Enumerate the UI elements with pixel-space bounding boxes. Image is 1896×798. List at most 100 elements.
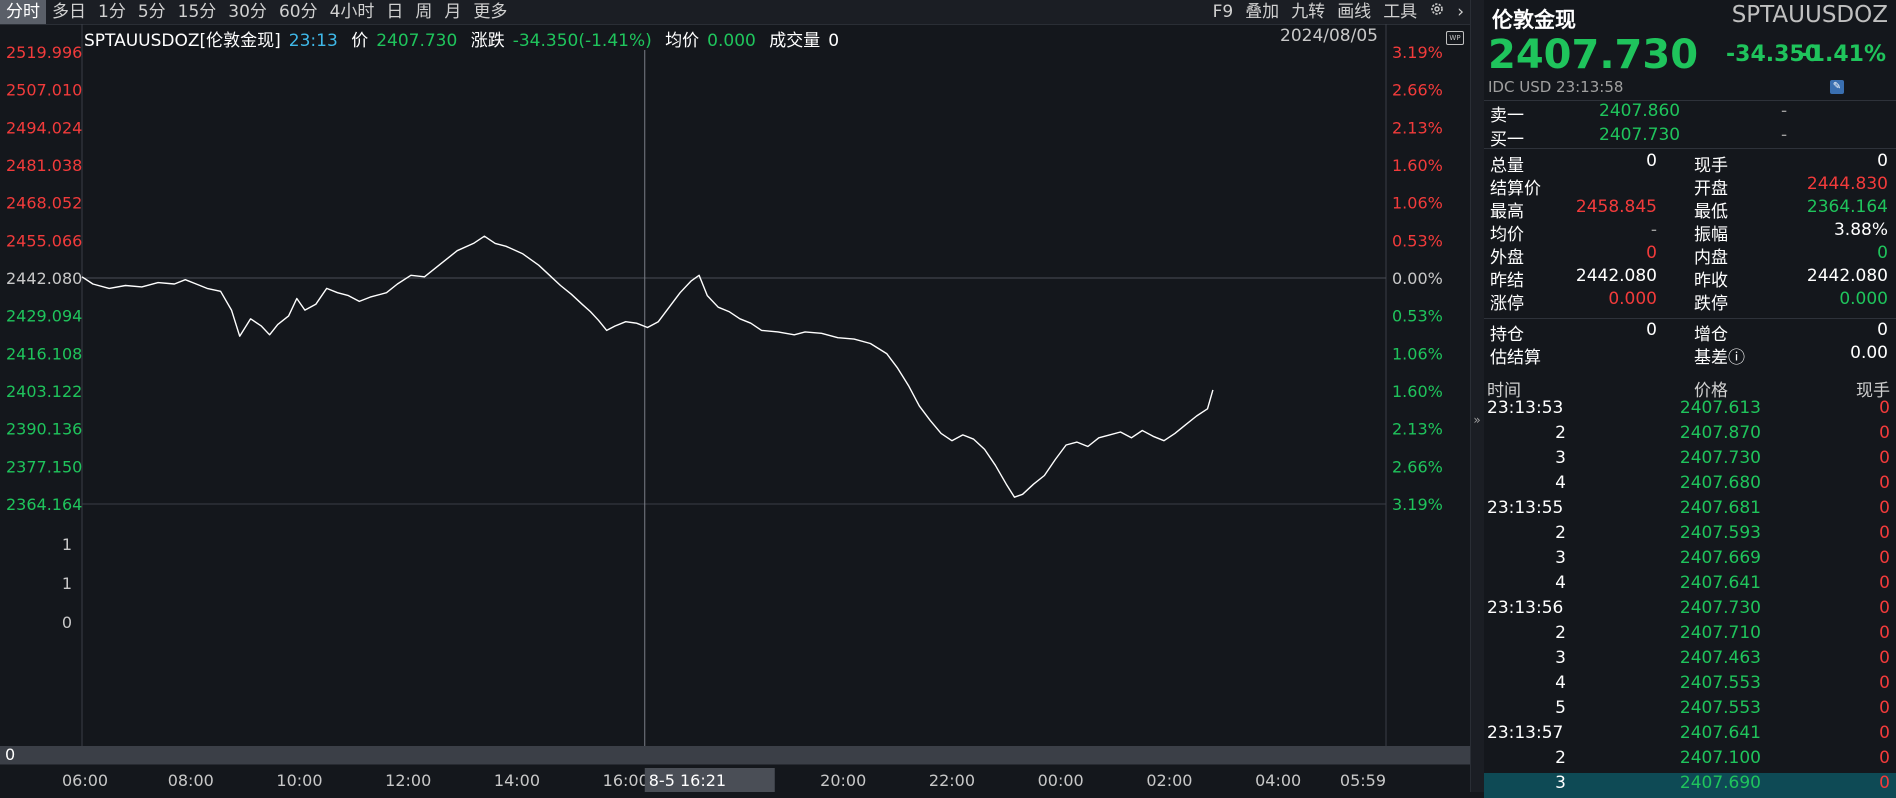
tick-row[interactable]: 4 2407.641 0 <box>1484 573 1896 598</box>
tick-volume: 0 <box>1879 698 1890 718</box>
stat-label: 跌停 <box>1694 294 1728 314</box>
tick-row[interactable]: 3 2407.669 0 <box>1484 548 1896 573</box>
time-axis-label: 22:00 <box>929 771 975 790</box>
time-axis-label: 08:00 <box>168 771 214 790</box>
period-tab[interactable]: 更多 <box>467 0 513 24</box>
bid-row: 买一 2407.730 - <box>1484 125 1896 150</box>
stat-label: 结算价 <box>1490 179 1541 199</box>
tick-time: 23:13:57 <box>1487 723 1564 743</box>
bid-volume: - <box>1781 125 1788 145</box>
price-axis-label: 2455.066 <box>6 231 82 250</box>
stat-value: 2442.080 <box>1806 266 1888 286</box>
period-tab[interactable]: 月 <box>438 0 467 24</box>
period-tab[interactable]: 30分 <box>222 0 273 24</box>
stat-row: 最高 2458.845 最低 2364.164 <box>1484 197 1896 222</box>
edit-icon[interactable]: ✎ <box>1830 80 1844 94</box>
tick-row[interactable]: 23:13:55 2407.681 0 <box>1484 498 1896 523</box>
stat-label: 持仓 <box>1490 325 1524 345</box>
stat-value: 0.000 <box>1839 289 1888 309</box>
instrument-name: 伦敦金现 <box>1492 8 1576 32</box>
price-axis-label: 2364.164 <box>6 495 82 514</box>
tick-row[interactable]: 2 2407.870 0 <box>1484 423 1896 448</box>
tick-row[interactable]: 2 2407.100 0 <box>1484 748 1896 773</box>
price-axis-label: 2416.108 <box>6 344 82 363</box>
tick-volume: 0 <box>1879 598 1890 618</box>
tick-price: 2407.669 <box>1679 548 1761 568</box>
gear-icon[interactable] <box>1423 0 1451 24</box>
tick-price: 2407.641 <box>1679 723 1761 743</box>
tick-volume: 0 <box>1879 623 1890 643</box>
stat-value: 2444.830 <box>1806 174 1888 194</box>
tick-row[interactable]: 3 2407.690 0 <box>1484 773 1896 798</box>
tick-time: 3 <box>1555 448 1566 468</box>
stat-label: 最低 <box>1694 202 1728 222</box>
period-tab[interactable]: 分时 <box>0 0 46 24</box>
last-price: 2407.730 <box>1488 32 1699 78</box>
period-tab[interactable]: 15分 <box>172 0 223 24</box>
pct-axis-label: 2.13% <box>1392 420 1443 439</box>
period-tab[interactable]: 多日 <box>46 0 92 24</box>
tick-row[interactable]: 3 2407.463 0 <box>1484 648 1896 673</box>
stat-value: 0.000 <box>1608 289 1657 309</box>
tick-row[interactable]: 23:13:53 2407.613 0 <box>1484 398 1896 423</box>
tools-button[interactable]: 工具 <box>1377 0 1423 24</box>
tick-row[interactable]: 4 2407.680 0 <box>1484 473 1896 498</box>
crosshair-time-label: 8-5 16:21 <box>649 771 726 790</box>
time-axis-label: 10:00 <box>276 771 322 790</box>
price-axis-label: 2507.010 <box>6 81 82 100</box>
tick-row[interactable]: 5 2407.553 0 <box>1484 698 1896 723</box>
draw-line-button[interactable]: 画线 <box>1331 0 1377 24</box>
stat-label: 振幅 <box>1694 225 1728 245</box>
tick-time: 23:13:53 <box>1487 398 1564 418</box>
period-tab[interactable]: 周 <box>409 0 438 24</box>
tick-price: 2407.690 <box>1679 773 1761 793</box>
tick-price: 2407.553 <box>1679 673 1761 693</box>
instrument-code: SPTAUUSDOZ <box>1731 2 1888 28</box>
stat-value: 0 <box>1646 243 1657 263</box>
period-tab[interactable]: 5分 <box>132 0 172 24</box>
tick-row[interactable]: 3 2407.730 0 <box>1484 448 1896 473</box>
price-axis-label: 2403.122 <box>6 382 82 401</box>
stat-label: 内盘 <box>1694 248 1728 268</box>
stat-value: 2458.845 <box>1575 197 1657 217</box>
price-axis-label: 2481.038 <box>6 156 82 175</box>
chevron-right-icon[interactable]: › <box>1451 0 1470 24</box>
tick-volume: 0 <box>1879 723 1890 743</box>
period-tab[interactable]: 4小时 <box>324 0 381 24</box>
period-tab[interactable]: 1分 <box>92 0 132 24</box>
tick-row[interactable]: 2 2407.593 0 <box>1484 523 1896 548</box>
ask-label: 卖一 <box>1490 106 1524 126</box>
crosshair-value-label: 0 <box>5 745 15 764</box>
price-axis-label: 2390.136 <box>6 420 82 439</box>
period-tab[interactable]: 60分 <box>273 0 324 24</box>
price-axis-label: 2377.150 <box>6 457 82 476</box>
intraday-chart[interactable]: 2519.996 3.19% 2507.010 2.66% 2494.024 2.13% 2… <box>0 24 1470 792</box>
time-axis-label: 00:00 <box>1038 771 1084 790</box>
tick-volume: 0 <box>1879 398 1890 418</box>
time-axis-label: 04:00 <box>1255 771 1301 790</box>
tick-volume: 0 <box>1879 523 1890 543</box>
tick-row[interactable]: 23:13:57 2407.641 0 <box>1484 723 1896 748</box>
tick-row[interactable]: 4 2407.553 0 <box>1484 673 1896 698</box>
stat-value: 0 <box>1877 151 1888 171</box>
collapse-panel-icon[interactable]: » <box>1470 405 1484 435</box>
tick-row[interactable]: 2 2407.710 0 <box>1484 623 1896 648</box>
tick-volume: 0 <box>1879 423 1890 443</box>
stat-value: 0 <box>1877 243 1888 263</box>
tick-price: 2407.641 <box>1679 573 1761 593</box>
tick-row[interactable]: 23:13:56 2407.730 0 <box>1484 598 1896 623</box>
pct-axis-label: 1.06% <box>1392 194 1443 213</box>
stat-label: 均价 <box>1490 225 1524 245</box>
f9-button[interactable]: F9 <box>1207 0 1240 24</box>
tick-volume: 0 <box>1879 573 1890 593</box>
tick-price: 2407.613 <box>1679 398 1761 418</box>
tick-time: 3 <box>1555 773 1566 793</box>
overlay-button[interactable]: 叠加 <box>1239 0 1285 24</box>
period-tab[interactable]: 日 <box>380 0 409 24</box>
stat-label: 基差ⓘ <box>1694 348 1745 368</box>
pct-axis-label: 0.00% <box>1392 269 1443 288</box>
nine-turn-button[interactable]: 九转 <box>1285 0 1331 24</box>
price-axis-label: 2468.052 <box>6 194 82 213</box>
stat-label: 昨结 <box>1490 271 1524 291</box>
stat-value: 0 <box>1877 320 1888 340</box>
